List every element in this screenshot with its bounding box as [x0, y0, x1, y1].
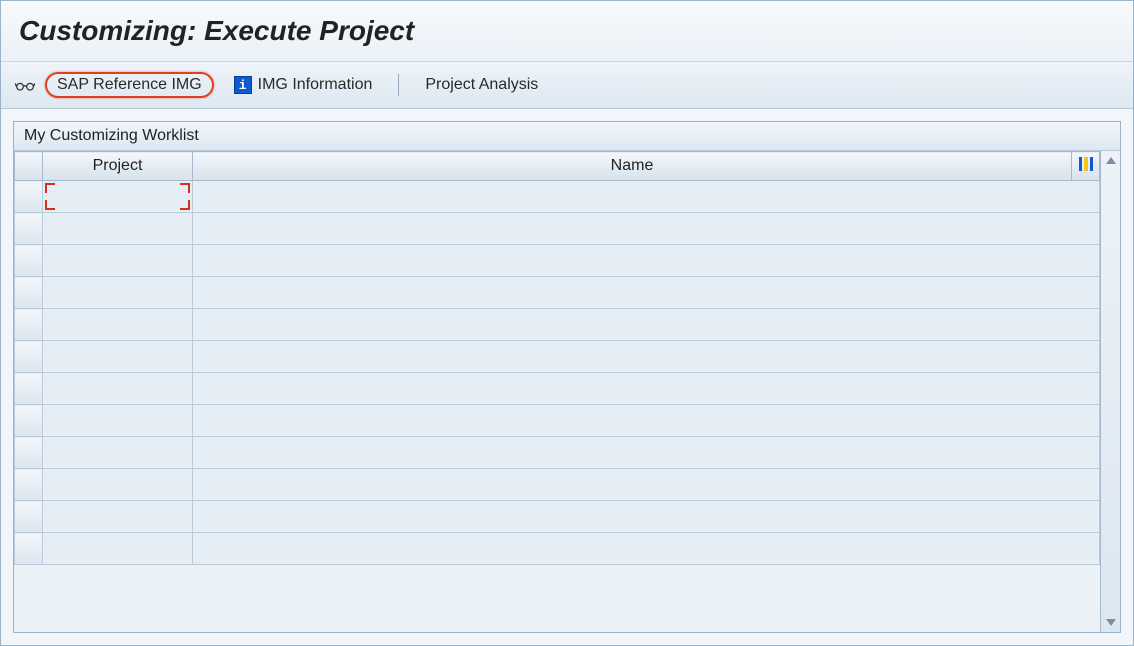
row-selector[interactable] — [15, 341, 43, 373]
name-cell[interactable] — [193, 277, 1100, 309]
name-cell[interactable] — [193, 181, 1100, 213]
table-row — [15, 181, 1100, 213]
name-cell[interactable] — [193, 405, 1100, 437]
table-row — [15, 341, 1100, 373]
table-row — [15, 309, 1100, 341]
row-selector[interactable] — [15, 533, 43, 565]
project-cell[interactable] — [43, 245, 193, 277]
content-area: My Customizing Worklist Project Name — [1, 109, 1133, 645]
panel-header: My Customizing Worklist — [14, 122, 1120, 151]
project-cell[interactable] — [43, 533, 193, 565]
name-cell[interactable] — [193, 501, 1100, 533]
name-cell[interactable] — [193, 533, 1100, 565]
table-row — [15, 277, 1100, 309]
project-cell[interactable] — [43, 437, 193, 469]
name-cell[interactable] — [193, 309, 1100, 341]
name-cell[interactable] — [193, 373, 1100, 405]
project-cell[interactable] — [43, 469, 193, 501]
table-row — [15, 469, 1100, 501]
toolbar: SAP Reference IMG i IMG Information Proj… — [1, 62, 1133, 109]
info-icon: i — [234, 76, 252, 94]
img-information-button[interactable]: i IMG Information — [224, 73, 383, 97]
row-selector[interactable] — [15, 405, 43, 437]
project-analysis-button[interactable]: Project Analysis — [415, 73, 548, 97]
row-selector[interactable] — [15, 309, 43, 341]
scroll-up-icon[interactable] — [1106, 157, 1116, 164]
project-cell[interactable] — [43, 213, 193, 245]
row-selector[interactable] — [15, 181, 43, 213]
project-cell[interactable] — [43, 277, 193, 309]
sap-reference-img-label: SAP Reference IMG — [57, 76, 202, 94]
project-cell[interactable] — [43, 309, 193, 341]
table-config-icon — [1078, 156, 1094, 172]
name-cell[interactable] — [193, 341, 1100, 373]
project-analysis-label: Project Analysis — [425, 76, 538, 94]
project-cell[interactable] — [43, 405, 193, 437]
row-selector[interactable] — [15, 213, 43, 245]
name-cell[interactable] — [193, 437, 1100, 469]
row-selector[interactable] — [15, 501, 43, 533]
project-cell[interactable] — [43, 341, 193, 373]
worklist-table: Project Name — [14, 151, 1100, 565]
project-cell[interactable] — [43, 181, 193, 213]
app-window: Customizing: Execute Project SAP Referen… — [0, 0, 1134, 646]
worklist-panel: My Customizing Worklist Project Name — [13, 121, 1121, 633]
scroll-down-icon[interactable] — [1106, 619, 1116, 626]
img-information-label: IMG Information — [258, 76, 373, 94]
table-row — [15, 213, 1100, 245]
titlebar: Customizing: Execute Project — [1, 1, 1133, 62]
column-config-button[interactable] — [1072, 152, 1100, 181]
project-cell[interactable] — [43, 501, 193, 533]
row-selector[interactable] — [15, 277, 43, 309]
table-row — [15, 533, 1100, 565]
row-selector[interactable] — [15, 373, 43, 405]
table-row — [15, 501, 1100, 533]
name-cell[interactable] — [193, 213, 1100, 245]
column-project[interactable]: Project — [43, 152, 193, 181]
page-title: Customizing: Execute Project — [19, 15, 1115, 47]
toolbar-separator — [398, 74, 399, 96]
glasses-icon[interactable] — [15, 77, 35, 93]
name-cell[interactable] — [193, 469, 1100, 501]
vertical-scrollbar[interactable] — [1100, 151, 1120, 632]
name-cell[interactable] — [193, 245, 1100, 277]
row-selector[interactable] — [15, 437, 43, 469]
project-cell[interactable] — [43, 373, 193, 405]
table-row — [15, 245, 1100, 277]
table-row — [15, 405, 1100, 437]
table-row — [15, 373, 1100, 405]
column-name[interactable]: Name — [193, 152, 1072, 181]
row-selector[interactable] — [15, 245, 43, 277]
column-row-selector[interactable] — [15, 152, 43, 181]
row-selector[interactable] — [15, 469, 43, 501]
table-row — [15, 437, 1100, 469]
focus-indicator — [45, 183, 190, 210]
sap-reference-img-button[interactable]: SAP Reference IMG — [45, 72, 214, 98]
